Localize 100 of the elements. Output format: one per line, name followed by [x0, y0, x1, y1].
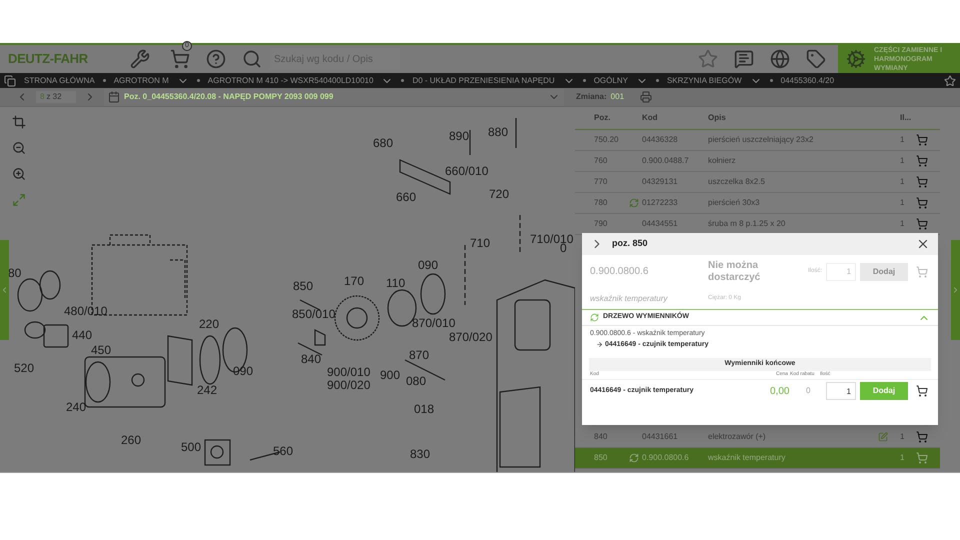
description-cell-text: pierścień 30x3: [708, 197, 761, 209]
part-callout[interactable]: 830: [410, 448, 430, 460]
quantity-cell-text: 1: [900, 197, 906, 209]
part-callout[interactable]: 720: [489, 188, 510, 200]
part-callout[interactable]: 870: [409, 349, 430, 361]
position-cell-text: 790: [593, 218, 608, 230]
description-cell-text: śruba m 8 p.1.25 x 20: [708, 218, 786, 230]
part-callout[interactable]: 090: [418, 259, 438, 271]
part-code: 0.900.0800.6: [590, 265, 650, 279]
wrench-icon[interactable]: [130, 49, 150, 69]
part-callout[interactable]: 840: [301, 353, 322, 365]
part-callout[interactable]: 870/020: [449, 331, 492, 343]
part-row[interactable]: 780 01272233 pierścień 30x3 1: [575, 193, 940, 214]
part-callout[interactable]: 080: [406, 375, 426, 387]
add-to-cart-icon[interactable]: [916, 431, 928, 443]
part-callout[interactable]: 850/010: [292, 308, 336, 320]
code-cell: 0.900.0800.6: [642, 452, 689, 464]
column-header[interactable]: Kod: [642, 112, 708, 124]
part-callout[interactable]: 018: [414, 403, 434, 415]
cart-icon[interactable]: [916, 385, 928, 397]
position-cell-text: 850: [593, 452, 608, 464]
description-cell-text: wskaźnik temperatury: [708, 452, 786, 464]
search-icon[interactable]: [242, 49, 262, 69]
breadcrumb-link[interactable]: OGÓLNY: [594, 74, 648, 86]
part-callout[interactable]: 850: [293, 280, 314, 292]
arrow-right-icon: [596, 341, 603, 348]
position-cell-text: 760: [593, 155, 608, 167]
tag-icon[interactable]: [806, 49, 826, 69]
part-row[interactable]: 750.20 04436328 pierścień uszczelniający 23x2 1: [575, 130, 940, 151]
add-to-cart-icon[interactable]: [916, 134, 928, 146]
description-cell-text: elektrozawór (+): [708, 431, 767, 443]
code-cell: 04436328: [642, 134, 678, 146]
globe-icon[interactable]: [770, 49, 790, 69]
breadcrumb-link[interactable]: AGROTRON M: [114, 74, 189, 86]
part-callout[interactable]: 890: [449, 130, 470, 142]
copy-icon[interactable]: [4, 74, 16, 86]
part-callout[interactable]: 450: [91, 344, 112, 356]
part-callout[interactable]: 500: [181, 441, 202, 453]
crop-icon[interactable]: [12, 115, 26, 129]
quantity-input[interactable]: 1: [826, 382, 856, 400]
code-cell: 0.900.0488.7: [642, 155, 689, 167]
message-icon[interactable]: [734, 49, 754, 69]
add-to-cart-icon[interactable]: [916, 197, 928, 209]
dialog-title: poz. 850: [612, 237, 649, 250]
zoom-in-icon[interactable]: [12, 167, 26, 181]
part-callout[interactable]: 80: [8, 267, 22, 279]
breadcrumb-link[interactable]: STRONA GŁÓWNA: [24, 74, 95, 86]
add-button[interactable]: Dodaj: [860, 382, 908, 400]
part-callout[interactable]: 220: [199, 318, 220, 330]
breadcrumb-link[interactable]: AGROTRON M 410 -> WSXR540400LD10010: [208, 74, 394, 86]
part-callout[interactable]: 710/010: [530, 233, 574, 245]
part-callout[interactable]: 870/010: [412, 317, 456, 329]
part-callout[interactable]: 480/010: [64, 305, 108, 317]
part-callout[interactable]: 520: [14, 362, 34, 374]
part-callout[interactable]: 242: [197, 384, 218, 396]
description-cell-text: pierścień uszczelniający 23x2: [708, 134, 814, 146]
part-callout[interactable]: 660/010: [445, 165, 488, 177]
part-row[interactable]: 770 04329131 uszczelka 8x2.5 1: [575, 172, 940, 193]
code-cell: 04329131: [642, 176, 678, 188]
calendar-icon: [108, 91, 120, 103]
help-icon[interactable]: [206, 49, 226, 69]
part-callout[interactable]: 440: [72, 329, 92, 341]
position-cell-text: 840: [593, 431, 608, 443]
diagram-select[interactable]: Poz. 0_04455360.4/20.08 - NAPĘD POMPY 2093 009 099: [104, 88, 564, 106]
breadcrumb-link[interactable]: D0 - UKŁAD PRZENIESIENIA NAPĘDU: [412, 74, 575, 86]
star-icon[interactable]: [698, 49, 718, 69]
part-callout[interactable]: 680: [373, 137, 394, 149]
breadcrumb-link[interactable]: SKRZYNIA BIEGÓW: [666, 74, 762, 86]
code-cell: 01272233: [642, 197, 678, 209]
add-to-cart-icon[interactable]: [916, 176, 928, 188]
star-icon[interactable]: [944, 74, 956, 86]
price: 0,00: [770, 384, 790, 398]
part-row[interactable]: 760 0.900.0488.7 kołnierz 1: [575, 151, 940, 172]
part-callout[interactable]: 660: [396, 191, 416, 203]
part-callout[interactable]: 0: [560, 242, 567, 254]
close-icon[interactable]: [916, 237, 930, 251]
print-icon[interactable]: [640, 91, 652, 103]
column-header[interactable]: Opis: [708, 112, 900, 124]
quantity-cell-text: 1: [900, 155, 906, 167]
part-callout[interactable]: 900/020: [327, 379, 370, 391]
part-callout[interactable]: 110: [386, 277, 406, 289]
part-callout[interactable]: 880: [488, 126, 508, 138]
add-to-cart-icon[interactable]: [916, 155, 928, 167]
part-row[interactable]: 850 0.900.0800.6 wskaźnik temperatury 1: [575, 448, 940, 469]
quantity-cell-text: 1: [900, 134, 906, 146]
zoom-out-icon[interactable]: [12, 141, 26, 155]
add-to-cart-icon[interactable]: [916, 218, 928, 230]
breadcrumb-link[interactable]: 04455360.4/20: [780, 74, 834, 86]
part-callout[interactable]: 560: [273, 445, 294, 457]
column-header[interactable]: Poz.: [575, 112, 642, 124]
part-callout[interactable]: 240: [66, 401, 86, 413]
part-callout[interactable]: 260: [121, 434, 142, 446]
position-cell-text: 780: [593, 197, 608, 209]
add-to-cart-icon[interactable]: [916, 452, 928, 464]
availability-status: Nie można dostarczyć: [708, 260, 762, 284]
column-header[interactable]: Il...: [900, 112, 920, 124]
part-callout[interactable]: 900: [380, 369, 400, 381]
part-callout[interactable]: 900/010: [327, 366, 370, 378]
part-callout[interactable]: 170: [344, 275, 364, 287]
part-callout[interactable]: 710: [470, 237, 490, 249]
